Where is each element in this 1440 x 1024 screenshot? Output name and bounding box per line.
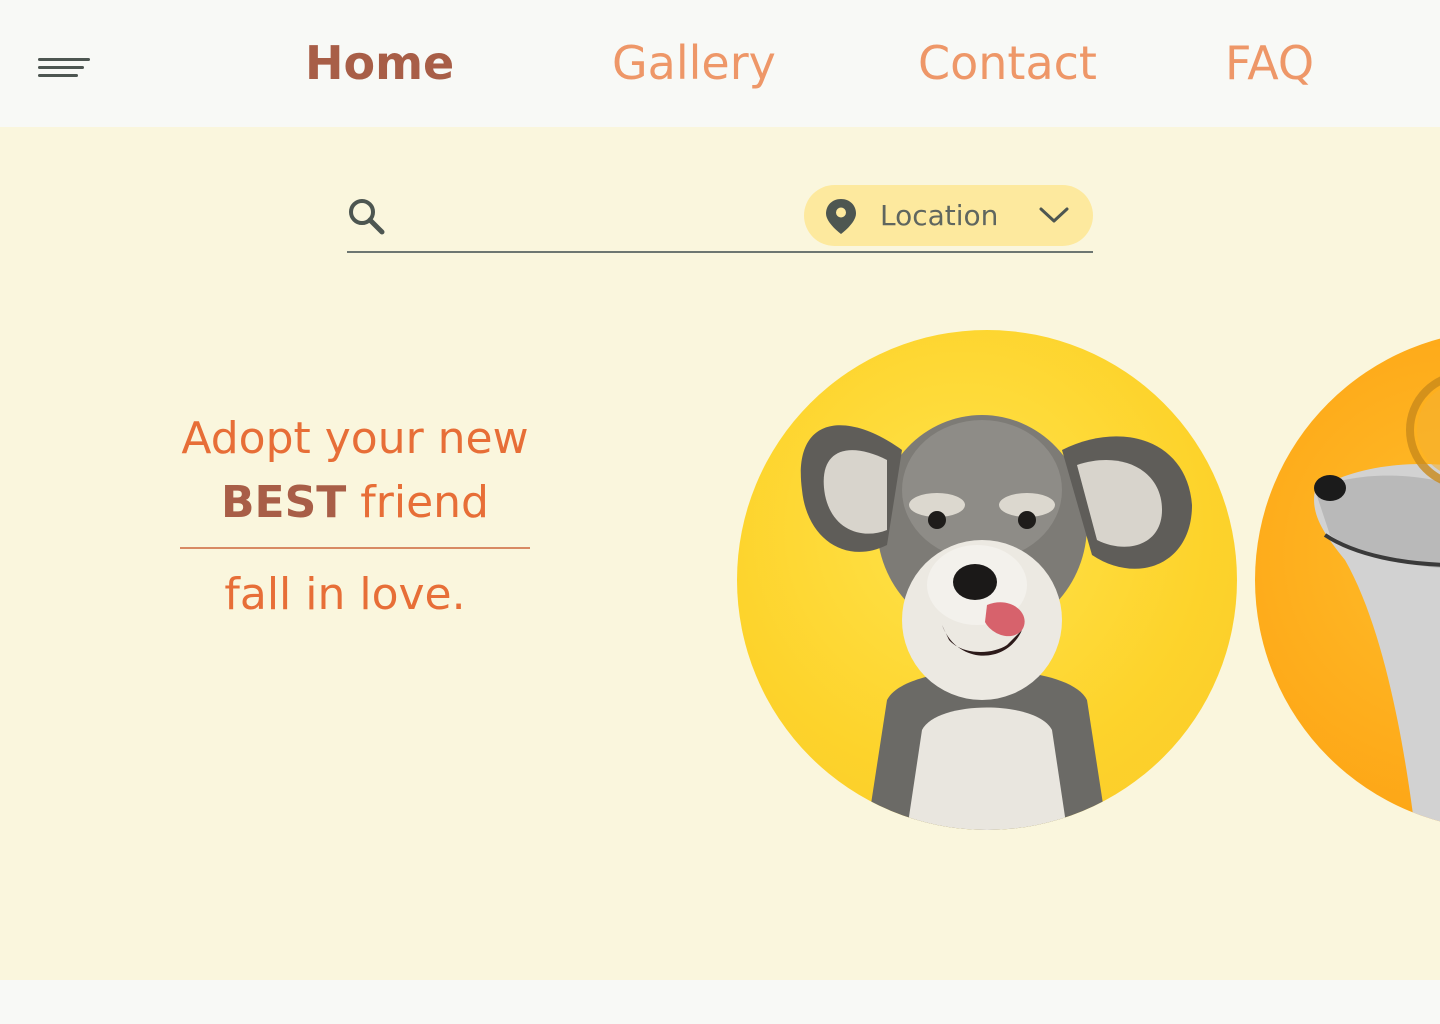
- nav-link-contact[interactable]: Contact: [918, 34, 1097, 92]
- search-bar: Location: [347, 185, 1093, 253]
- tagline-line-2: BEST friend: [170, 471, 540, 535]
- top-navigation: Home Gallery Contact FAQ: [0, 0, 1440, 127]
- location-dropdown[interactable]: Location: [804, 185, 1093, 246]
- hero-tagline: Adopt your new BEST friend fall in love.: [170, 407, 540, 627]
- tagline-line-1: Adopt your new: [181, 413, 529, 464]
- location-label: Location: [880, 199, 999, 232]
- tagline-friend: friend: [360, 477, 489, 528]
- tagline-line-3: fall in love.: [224, 569, 466, 620]
- hero-section: Location Adopt your new BEST friend fall…: [0, 127, 1440, 980]
- tagline-divider: [180, 547, 530, 549]
- location-pin-icon: [826, 199, 856, 234]
- nav-link-gallery[interactable]: Gallery: [612, 34, 776, 92]
- footer-strip: [0, 980, 1440, 1024]
- search-input[interactable]: [397, 193, 797, 239]
- hamburger-menu-icon[interactable]: [38, 58, 92, 82]
- nav-link-faq[interactable]: FAQ: [1225, 34, 1314, 92]
- tagline-best: BEST: [221, 477, 347, 528]
- search-icon[interactable]: [347, 197, 385, 235]
- chevron-down-icon: [1039, 207, 1069, 223]
- pet-image-schnauzer[interactable]: [737, 330, 1237, 830]
- pet-image-dog-sunglasses[interactable]: [1255, 330, 1440, 830]
- nav-link-home[interactable]: Home: [305, 34, 454, 92]
